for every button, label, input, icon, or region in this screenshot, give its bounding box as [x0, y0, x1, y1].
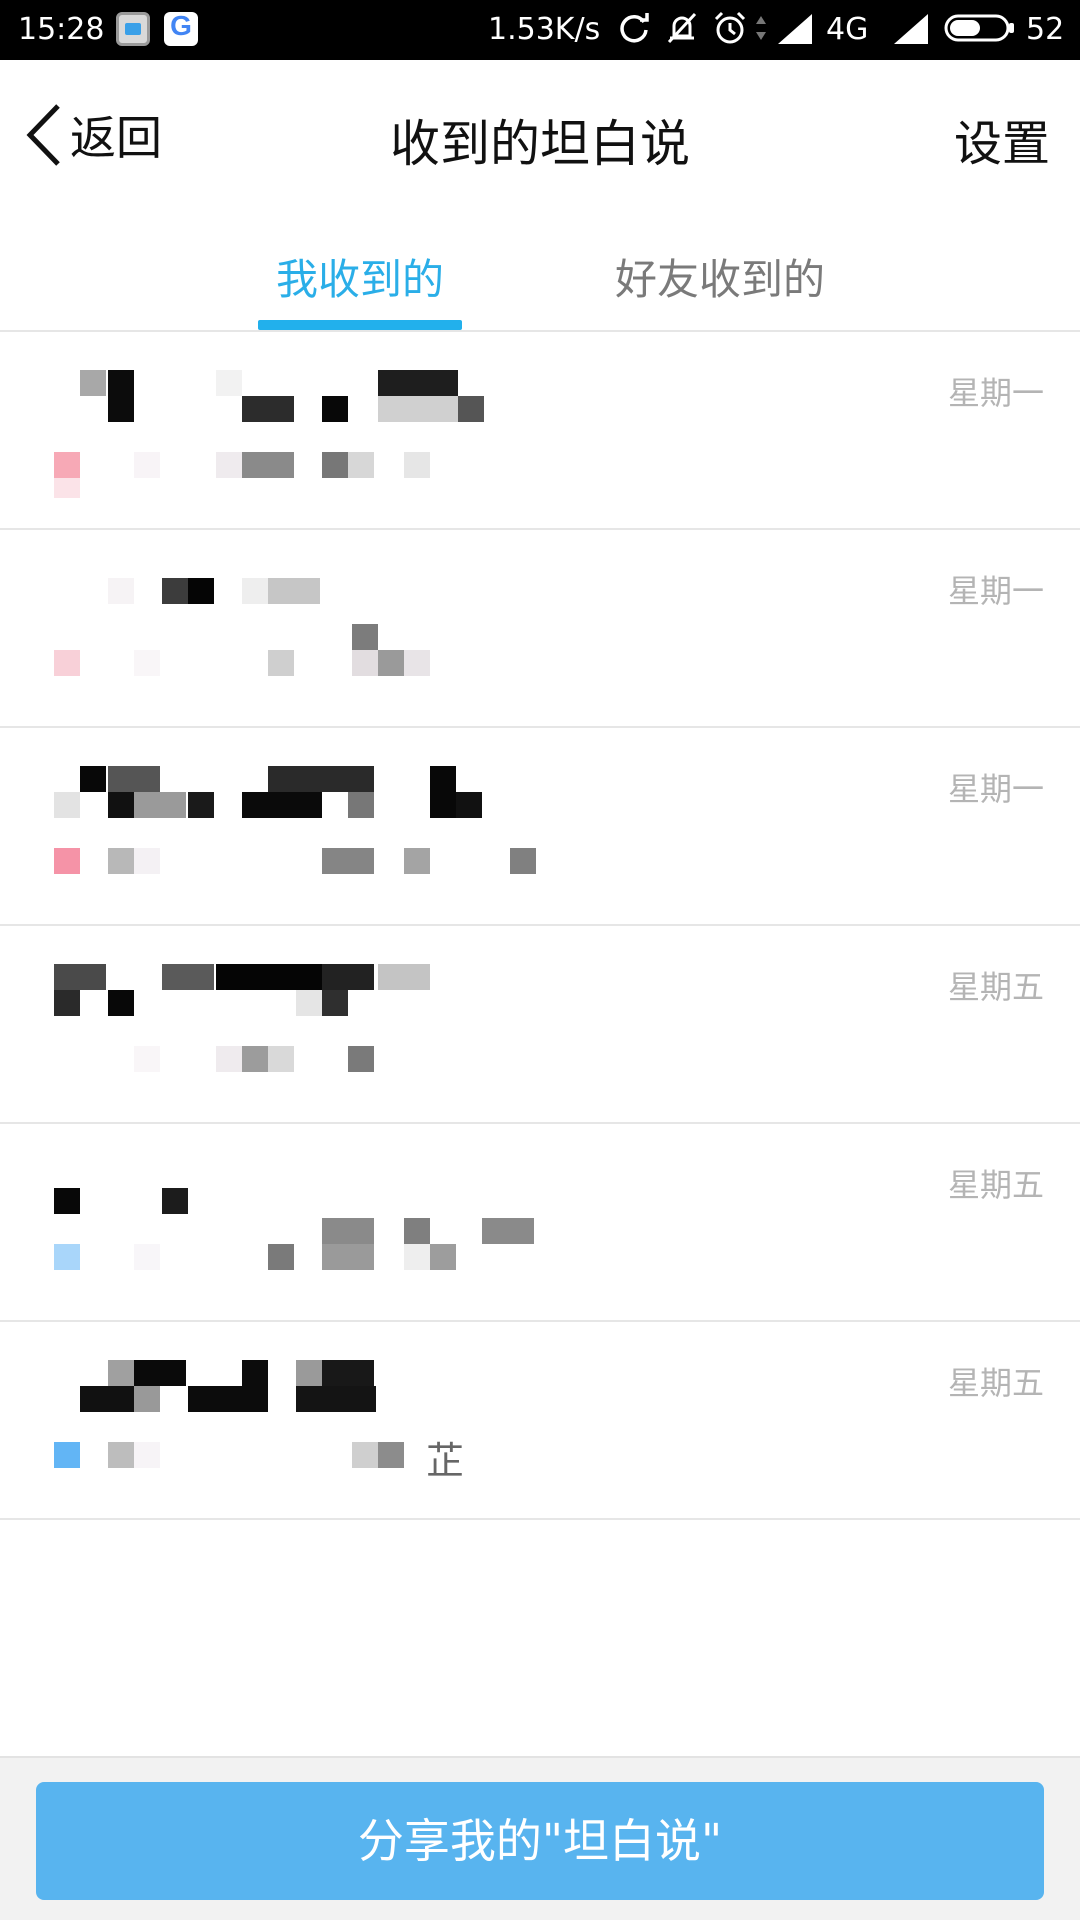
status-time: 15:28 [18, 12, 105, 47]
sync-icon [620, 13, 649, 43]
message-time: 星期五 [947, 1364, 1044, 1402]
list-item[interactable]: 星期一 [0, 530, 1080, 728]
message-time: 星期一 [947, 572, 1044, 610]
status-bar: 15:28 G 1.53K/s 4G 52 [0, 0, 1080, 60]
gallery-icon [116, 12, 150, 46]
bottom-bar: 分享我的"坦白说" [0, 1756, 1080, 1920]
message-suffix: 芷 [426, 1439, 465, 1483]
message-time: 星期五 [947, 1166, 1044, 1204]
active-tab-indicator [258, 320, 462, 330]
signal-icon-2 [894, 14, 928, 44]
list-item[interactable]: 星期一 [0, 728, 1080, 926]
mute-icon [667, 12, 697, 44]
signal-icon [778, 14, 812, 44]
page-title: 收到的坦白说 [390, 115, 690, 173]
battery-icon [944, 14, 1014, 42]
list-item[interactable]: 星期一 [0, 332, 1080, 530]
net-speed: 1.53K/s [488, 12, 601, 47]
message-time: 星期五 [947, 968, 1044, 1006]
tab-received-by-me[interactable]: 我收到的 [258, 246, 462, 306]
google-icon: G [164, 10, 198, 46]
message-time: 星期一 [947, 374, 1044, 412]
battery-percent: 52 [1026, 12, 1065, 47]
network-type: 4G [826, 12, 869, 47]
header: 返回 收到的坦白说 设置 [0, 60, 1080, 210]
alarm-icon [714, 11, 746, 44]
list-item[interactable]: 星期五 [0, 1124, 1080, 1322]
list-item[interactable]: 芷 星期五 [0, 1322, 1080, 1520]
message-time: 星期一 [947, 770, 1044, 808]
list-item[interactable]: 星期五 [0, 926, 1080, 1124]
settings-button[interactable]: 设置 [954, 104, 1050, 174]
tab-bar: 我收到的 好友收到的 [0, 210, 1080, 332]
share-button[interactable]: 分享我的"坦白说" [36, 1782, 1044, 1900]
tab-received-by-friends[interactable]: 好友收到的 [600, 246, 840, 306]
data-activity-icon [756, 16, 766, 40]
message-list: 星期一 星期一 星期一 星期五 星期五 芷 星期五 [0, 332, 1080, 1520]
